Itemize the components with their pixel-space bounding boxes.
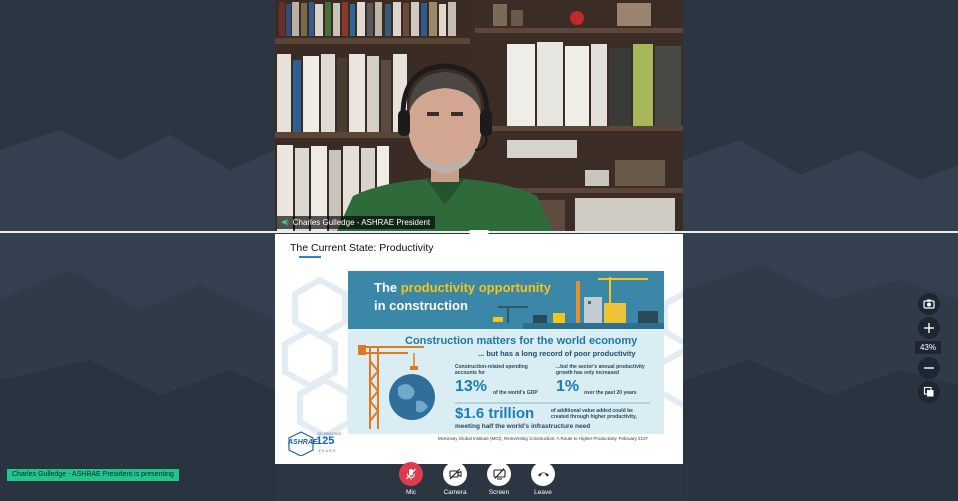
left-stat-suffix: of the world's GDP xyxy=(493,390,538,396)
screen-label: Screen xyxy=(488,489,510,496)
mic-toggle-button[interactable] xyxy=(399,462,423,486)
screen-share-button[interactable] xyxy=(487,462,511,486)
copy-icon xyxy=(923,386,934,397)
phone-hangup-icon xyxy=(537,472,549,477)
leave-label: Leave xyxy=(534,489,552,496)
speaker-audio-icon: ◀) xyxy=(281,219,289,226)
slide-title-underline xyxy=(299,256,321,258)
left-caption-line2: accounts for xyxy=(455,370,486,376)
screen-control[interactable]: Screen xyxy=(485,462,513,496)
logo-years: YEARS xyxy=(318,448,337,453)
bottom-caption-line2: created through higher productivity, xyxy=(551,414,637,420)
leave-control[interactable]: Leave xyxy=(529,462,557,496)
slide-title: The Current State: Productivity xyxy=(290,242,434,254)
logo-125: 125 xyxy=(316,435,335,447)
bottom-caption: of additional value added could be creat… xyxy=(551,408,637,420)
infographic-citation: McKinsey Global Institute (MGI), Reinven… xyxy=(438,436,649,441)
right-stat-value: 1% xyxy=(556,378,580,395)
zoom-out-icon xyxy=(924,367,934,369)
ashrae-wordmark: ASHRAE xyxy=(288,439,318,446)
copy-button[interactable] xyxy=(918,381,940,403)
right-caption-line2: growth has only increased xyxy=(556,370,620,376)
bottom-caption-line3: meeting half the world's infrastructure … xyxy=(455,423,591,430)
right-caption: ...but the sector's annual productivity … xyxy=(556,364,645,376)
speaker-video[interactable]: ◀) Charles Gulledge - ASHRAE President xyxy=(275,0,683,231)
presenting-status-badge: Charles Gulledge - ASHRAE President is p… xyxy=(7,469,179,481)
mic-off-icon xyxy=(406,468,416,480)
speaker-name-tag: ◀) Charles Gulledge - ASHRAE President xyxy=(277,216,436,229)
leave-button[interactable] xyxy=(531,462,555,486)
speaker-name: Charles Gulledge - ASHRAE President xyxy=(292,218,431,227)
screen-share-icon xyxy=(492,468,506,480)
camera-control[interactable]: Camera xyxy=(441,462,469,496)
left-stat-value: 13% xyxy=(455,378,488,395)
zoom-in-button[interactable] xyxy=(918,317,940,339)
shared-screen-slide: The Current State: Productivity The prod… xyxy=(275,234,683,464)
productivity-infographic: The productivity opportunity in construc… xyxy=(348,271,664,434)
speaker-video-frame xyxy=(275,0,683,231)
mic-control[interactable]: Mic xyxy=(397,462,425,496)
camera-off-icon xyxy=(448,468,461,480)
mic-label: Mic xyxy=(405,489,417,496)
left-caption: Construction-related spending accounts f… xyxy=(455,364,528,376)
snapshot-button[interactable] xyxy=(918,293,940,315)
camera-label: Camera xyxy=(443,489,467,496)
camera-icon xyxy=(923,299,935,309)
right-stat-suffix: over the past 20 years xyxy=(584,390,637,396)
zoom-in-icon xyxy=(924,323,934,333)
zoom-out-button[interactable] xyxy=(918,357,940,379)
stats-divider xyxy=(455,402,650,404)
camera-toggle-button[interactable] xyxy=(443,462,467,486)
zoom-level: 43% xyxy=(915,341,941,354)
bottom-stat-value: $1.6 trillion xyxy=(455,405,535,422)
